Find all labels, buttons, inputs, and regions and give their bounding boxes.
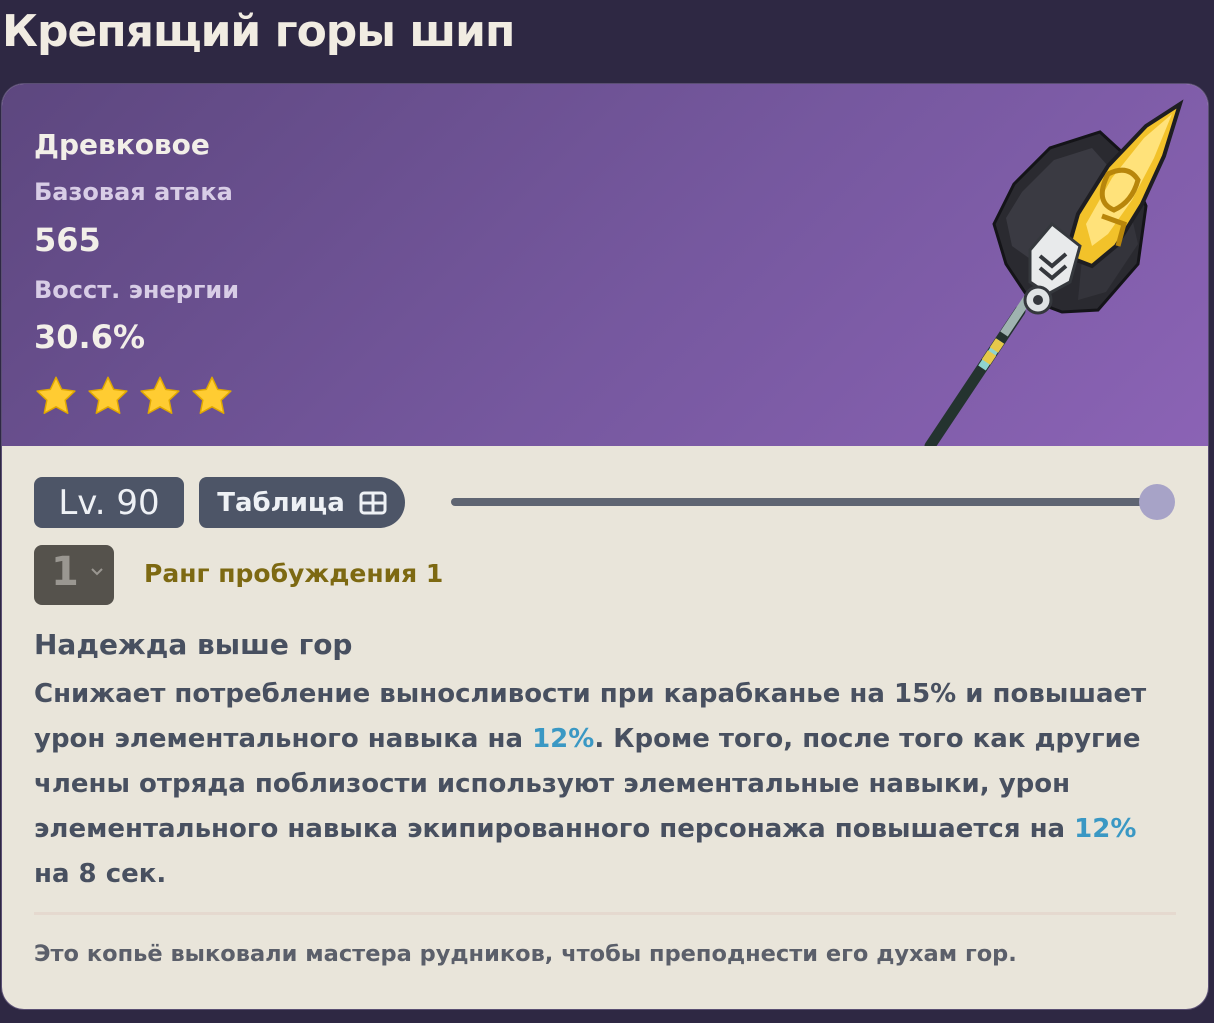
base-attack-label: Базовая атака [34,178,233,206]
table-grid-icon [359,491,387,514]
weapon-type: Древковое [34,128,210,161]
weapon-card: Древковое Базовая атака 565 Восст. энерг… [2,84,1208,1009]
table-button[interactable]: Таблица [199,477,405,528]
lore-text: Это копьё выковали мастера рудников, что… [34,941,1017,967]
rarity-stars [34,374,234,418]
energy-recharge-label: Восст. энергии [34,276,240,304]
table-button-label: Таблица [217,487,345,518]
base-attack-value: 565 [34,221,101,259]
refinement-label: Ранг пробуждения 1 [144,559,444,588]
star-icon [140,376,180,414]
passive-name: Надежда выше гор [34,628,353,661]
spear-weapon-icon [924,99,1184,446]
level-slider[interactable] [451,498,1156,506]
star-icon [88,376,128,414]
passive-description: Снижает потребление выносливости при кар… [34,672,1174,897]
star-icon [192,376,232,414]
chevron-down-icon [91,568,103,576]
passive-text: на 8 сек. [34,859,167,889]
refinement-value: 1 [51,549,79,595]
divider [34,912,1176,915]
energy-recharge-value: 30.6% [34,318,146,356]
weapon-header: Древковое Базовая атака 565 Восст. энерг… [2,84,1208,446]
refinement-select[interactable]: 1 [34,545,114,605]
star-icon [36,376,76,414]
passive-highlight: 12% [532,724,595,754]
passive-highlight: 12% [1074,814,1137,844]
page-title: Крепящий горы шип [2,6,515,57]
level-badge: Lv. 90 [34,477,184,528]
level-slider-thumb[interactable] [1139,484,1175,520]
